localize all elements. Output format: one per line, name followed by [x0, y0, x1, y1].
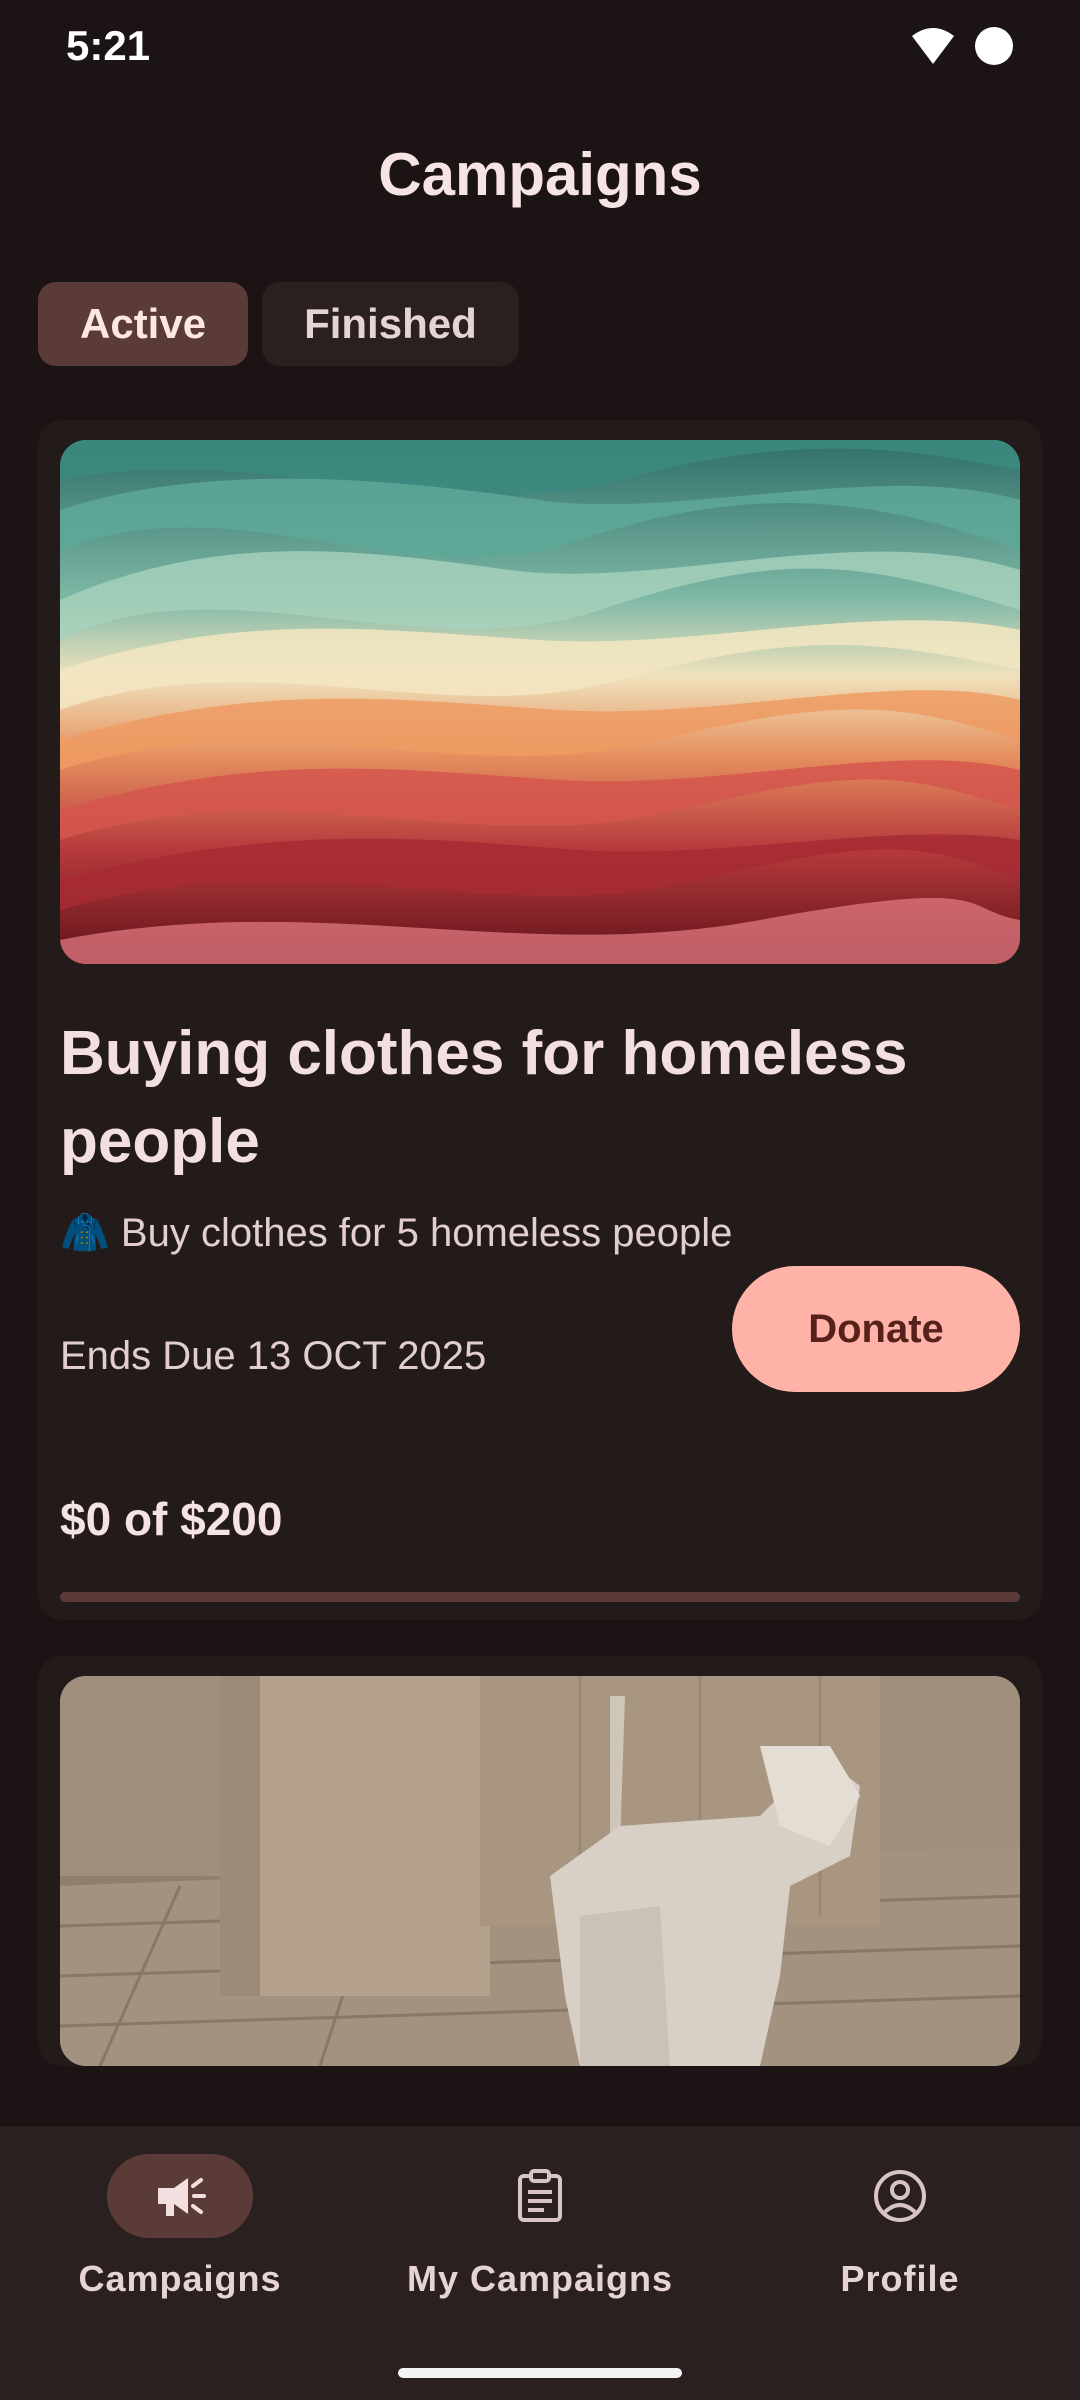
nav-label-profile: Profile — [840, 2258, 960, 2299]
nav-label-campaigns: Campaigns — [78, 2258, 282, 2299]
raised-amount: $0 of $200 — [60, 1493, 283, 1545]
campaign-title: Buying clothes for homeless people — [60, 1019, 908, 1176]
bottom-navigation: Campaigns My Campaigns Profile — [0, 2126, 1080, 2400]
campaign-end-date: Ends Due 13 OCT 2025 — [60, 1334, 487, 1378]
gesture-handle[interactable] — [398, 2368, 682, 2378]
status-bar: 5:21 — [0, 0, 1080, 96]
campaign-card[interactable] — [38, 1656, 1042, 2066]
status-icons — [910, 26, 1014, 66]
progress-bar — [60, 1592, 1020, 1602]
campaign-image — [60, 440, 1020, 964]
page-title: Campaigns — [378, 141, 702, 208]
tab-finished[interactable]: Finished — [262, 282, 519, 366]
campaign-description: 🧥 Buy clothes for 5 homeless people — [60, 1211, 733, 1255]
campaign-card[interactable]: Buying clothes for homeless people 🧥 Buy… — [38, 420, 1042, 1620]
profile-icon — [827, 2154, 973, 2238]
status-time: 5:21 — [66, 22, 151, 69]
donate-button[interactable]: Donate — [732, 1266, 1020, 1392]
nav-label-my-campaigns: My Campaigns — [406, 2258, 674, 2299]
battery-icon — [975, 27, 1013, 65]
tab-bar: Active Finished — [38, 282, 519, 366]
wifi-icon — [912, 28, 954, 64]
tab-active[interactable]: Active — [38, 282, 249, 366]
megaphone-icon — [107, 2154, 253, 2238]
clipboard-icon — [467, 2154, 613, 2238]
nav-item-profile[interactable]: Profile — [720, 2154, 1080, 2300]
nav-item-my-campaigns[interactable]: My Campaigns — [360, 2154, 720, 2300]
nav-item-campaigns[interactable]: Campaigns — [0, 2154, 360, 2300]
campaign-image — [60, 1676, 1020, 2066]
